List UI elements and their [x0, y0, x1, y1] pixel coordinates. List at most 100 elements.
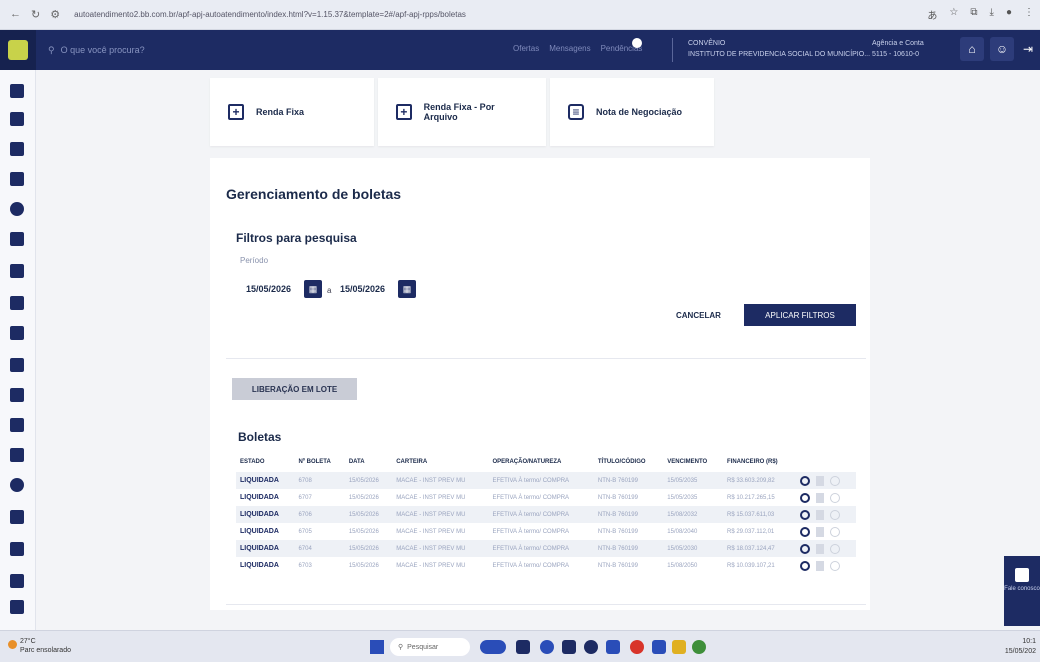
renda-fixa-card[interactable]: + Renda Fixa — [210, 78, 374, 146]
link-ofertas[interactable]: Ofertas — [513, 44, 539, 53]
profile-icon[interactable]: ● — [1006, 7, 1012, 22]
system-clock[interactable]: 10:1 15/05/202 — [1005, 637, 1036, 657]
table-row[interactable]: LIQUIDADA 6707 15/05/2026 MACAE - INST P… — [236, 489, 856, 506]
info-icon[interactable] — [800, 560, 811, 571]
date-from-input[interactable]: 15/05/2026 — [246, 284, 291, 294]
info-icon[interactable] — [800, 509, 811, 520]
taskbar-app-1[interactable] — [480, 640, 506, 654]
agency-selector[interactable]: Agência e Conta 5115 - 10610-0 — [872, 38, 924, 60]
taskbar-search[interactable]: ⚲ Pesquisar — [390, 638, 470, 656]
row-actions — [796, 506, 856, 523]
table-row[interactable]: LIQUIDADA 6706 15/05/2026 MACAE - INST P… — [236, 506, 856, 523]
taskbar-app-8[interactable] — [652, 640, 666, 654]
menu-icon[interactable]: ⋮ — [1024, 7, 1034, 22]
check-circle-icon[interactable] — [830, 560, 841, 571]
nota-negociacao-card[interactable]: ≡ Nota de Negociação — [550, 78, 714, 146]
site-info-icon[interactable]: ⚙ — [50, 8, 60, 21]
search-input[interactable]: O que você procura? — [61, 45, 145, 55]
taskbar-app-4[interactable] — [562, 640, 576, 654]
search-box[interactable]: ⚲ O que você procura? — [48, 45, 145, 56]
sidebar-icon-17[interactable] — [10, 574, 24, 588]
link-mensagens[interactable]: Mensagens — [549, 44, 590, 53]
institution-selector[interactable]: CONVÊNIO INSTITUTO DE PREVIDENCIA SOCIAL… — [688, 38, 870, 60]
sidebar-icon-18[interactable] — [10, 600, 24, 614]
sidebar-icon-9[interactable] — [10, 326, 24, 340]
download-icon[interactable]: ⤓ — [990, 7, 994, 22]
calendar-to-button[interactable]: ▦ — [398, 280, 416, 298]
sidebar-icon-3[interactable] — [10, 142, 24, 156]
weather-widget[interactable]: 27°C Parc ensolarado — [8, 637, 71, 655]
bank-logo[interactable] — [0, 30, 36, 70]
notification-badge[interactable] — [632, 38, 642, 48]
info-icon[interactable] — [800, 492, 811, 503]
user-button[interactable]: ☺ — [990, 37, 1014, 61]
sidebar-icon-7[interactable] — [10, 264, 24, 278]
check-circle-icon[interactable] — [830, 509, 841, 520]
col-operacao[interactable]: OPERAÇÃO/NATUREZA — [488, 452, 593, 472]
col-estado[interactable]: ESTADO — [236, 452, 294, 472]
trash-icon[interactable] — [816, 509, 825, 520]
row-wallet: MACAE - INST PREV MU — [392, 506, 489, 523]
bank-building-button[interactable]: ⌂ — [960, 37, 984, 61]
trash-icon[interactable] — [816, 492, 825, 503]
sidebar-icon-8[interactable] — [10, 296, 24, 310]
table-row[interactable]: LIQUIDADA 6703 15/05/2026 MACAE - INST P… — [236, 557, 856, 574]
sidebar-icon-16[interactable] — [10, 542, 24, 556]
col-data[interactable]: DATA — [345, 452, 392, 472]
check-circle-icon[interactable] — [830, 475, 841, 486]
sidebar-icon-12[interactable] — [10, 418, 24, 432]
info-icon[interactable] — [800, 526, 811, 537]
date-to-input[interactable]: 15/05/2026 — [340, 284, 385, 294]
reload-icon[interactable]: ↻ — [31, 8, 40, 21]
sidebar-icon-2[interactable] — [10, 112, 24, 126]
star-icon[interactable]: ☆ — [949, 7, 958, 22]
row-status: LIQUIDADA — [236, 540, 295, 557]
col-carteira[interactable]: CARTEIRA — [392, 452, 488, 472]
table-row[interactable]: LIQUIDADA 6704 15/05/2026 MACAE - INST P… — [236, 540, 856, 557]
col-financeiro[interactable]: FINANCEIRO (R$) — [723, 452, 796, 472]
taskbar-app-5[interactable] — [584, 640, 598, 654]
back-icon[interactable]: ← — [10, 8, 21, 21]
cancel-button[interactable]: CANCELAR — [676, 311, 721, 320]
table-row[interactable]: LIQUIDADA 6705 15/05/2026 MACAE - INST P… — [236, 523, 856, 540]
check-circle-icon[interactable] — [830, 492, 841, 503]
col-vencimento[interactable]: VENCIMENTO — [663, 452, 723, 472]
exit-button[interactable]: ⇥ — [1018, 37, 1038, 61]
sidebar-icon-14[interactable] — [10, 478, 24, 492]
sidebar-icon-15[interactable] — [10, 510, 24, 524]
sidebar-icon-11[interactable] — [10, 388, 24, 402]
taskbar-app-9[interactable] — [672, 640, 686, 654]
batch-release-button[interactable]: LIBERAÇÃO EM LOTE — [232, 378, 357, 400]
extensions-icon[interactable]: ⧉ — [970, 7, 977, 22]
taskbar-app-2[interactable] — [516, 640, 530, 654]
sidebar-icon-4[interactable] — [10, 172, 24, 186]
check-circle-icon[interactable] — [830, 526, 841, 537]
windows-start-icon[interactable] — [370, 640, 384, 654]
taskbar-app-10[interactable] — [692, 640, 706, 654]
sidebar-icon-10[interactable] — [10, 358, 24, 372]
sidebar-icon-5[interactable] — [10, 202, 24, 216]
apply-filters-button[interactable]: APLICAR FILTROS — [744, 304, 856, 326]
sidebar-icon-6[interactable] — [10, 232, 24, 246]
table-row[interactable]: LIQUIDADA 6708 15/05/2026 MACAE - INST P… — [236, 472, 856, 489]
address-bar[interactable]: autoatendimento2.bb.com.br/apf-apj-autoa… — [74, 10, 634, 19]
row-operation: EFETIVA À termo/ COMPRA — [492, 528, 570, 535]
trash-icon[interactable] — [816, 560, 825, 571]
trash-icon[interactable] — [816, 543, 825, 554]
info-icon[interactable] — [800, 543, 811, 554]
trash-icon[interactable] — [816, 526, 825, 537]
check-circle-icon[interactable] — [830, 543, 841, 554]
taskbar-app-3[interactable] — [540, 640, 554, 654]
calendar-from-button[interactable]: ▦ — [304, 280, 322, 298]
taskbar-app-6[interactable] — [606, 640, 620, 654]
col-titulo[interactable]: TÍTULO/CÓDIGO — [594, 452, 663, 472]
info-icon[interactable] — [800, 475, 811, 486]
trash-icon[interactable] — [816, 475, 825, 486]
sidebar-icon-1[interactable] — [10, 84, 24, 98]
col-numero[interactable]: Nº BOLETA — [294, 452, 344, 472]
sidebar-icon-13[interactable] — [10, 448, 24, 462]
chat-button[interactable]: Fale conosco — [1004, 556, 1040, 626]
translate-icon[interactable]: あ — [927, 7, 937, 22]
taskbar-app-7[interactable] — [630, 640, 644, 654]
renda-fixa-arquivo-card[interactable]: + Renda Fixa - Por Arquivo — [378, 78, 546, 146]
